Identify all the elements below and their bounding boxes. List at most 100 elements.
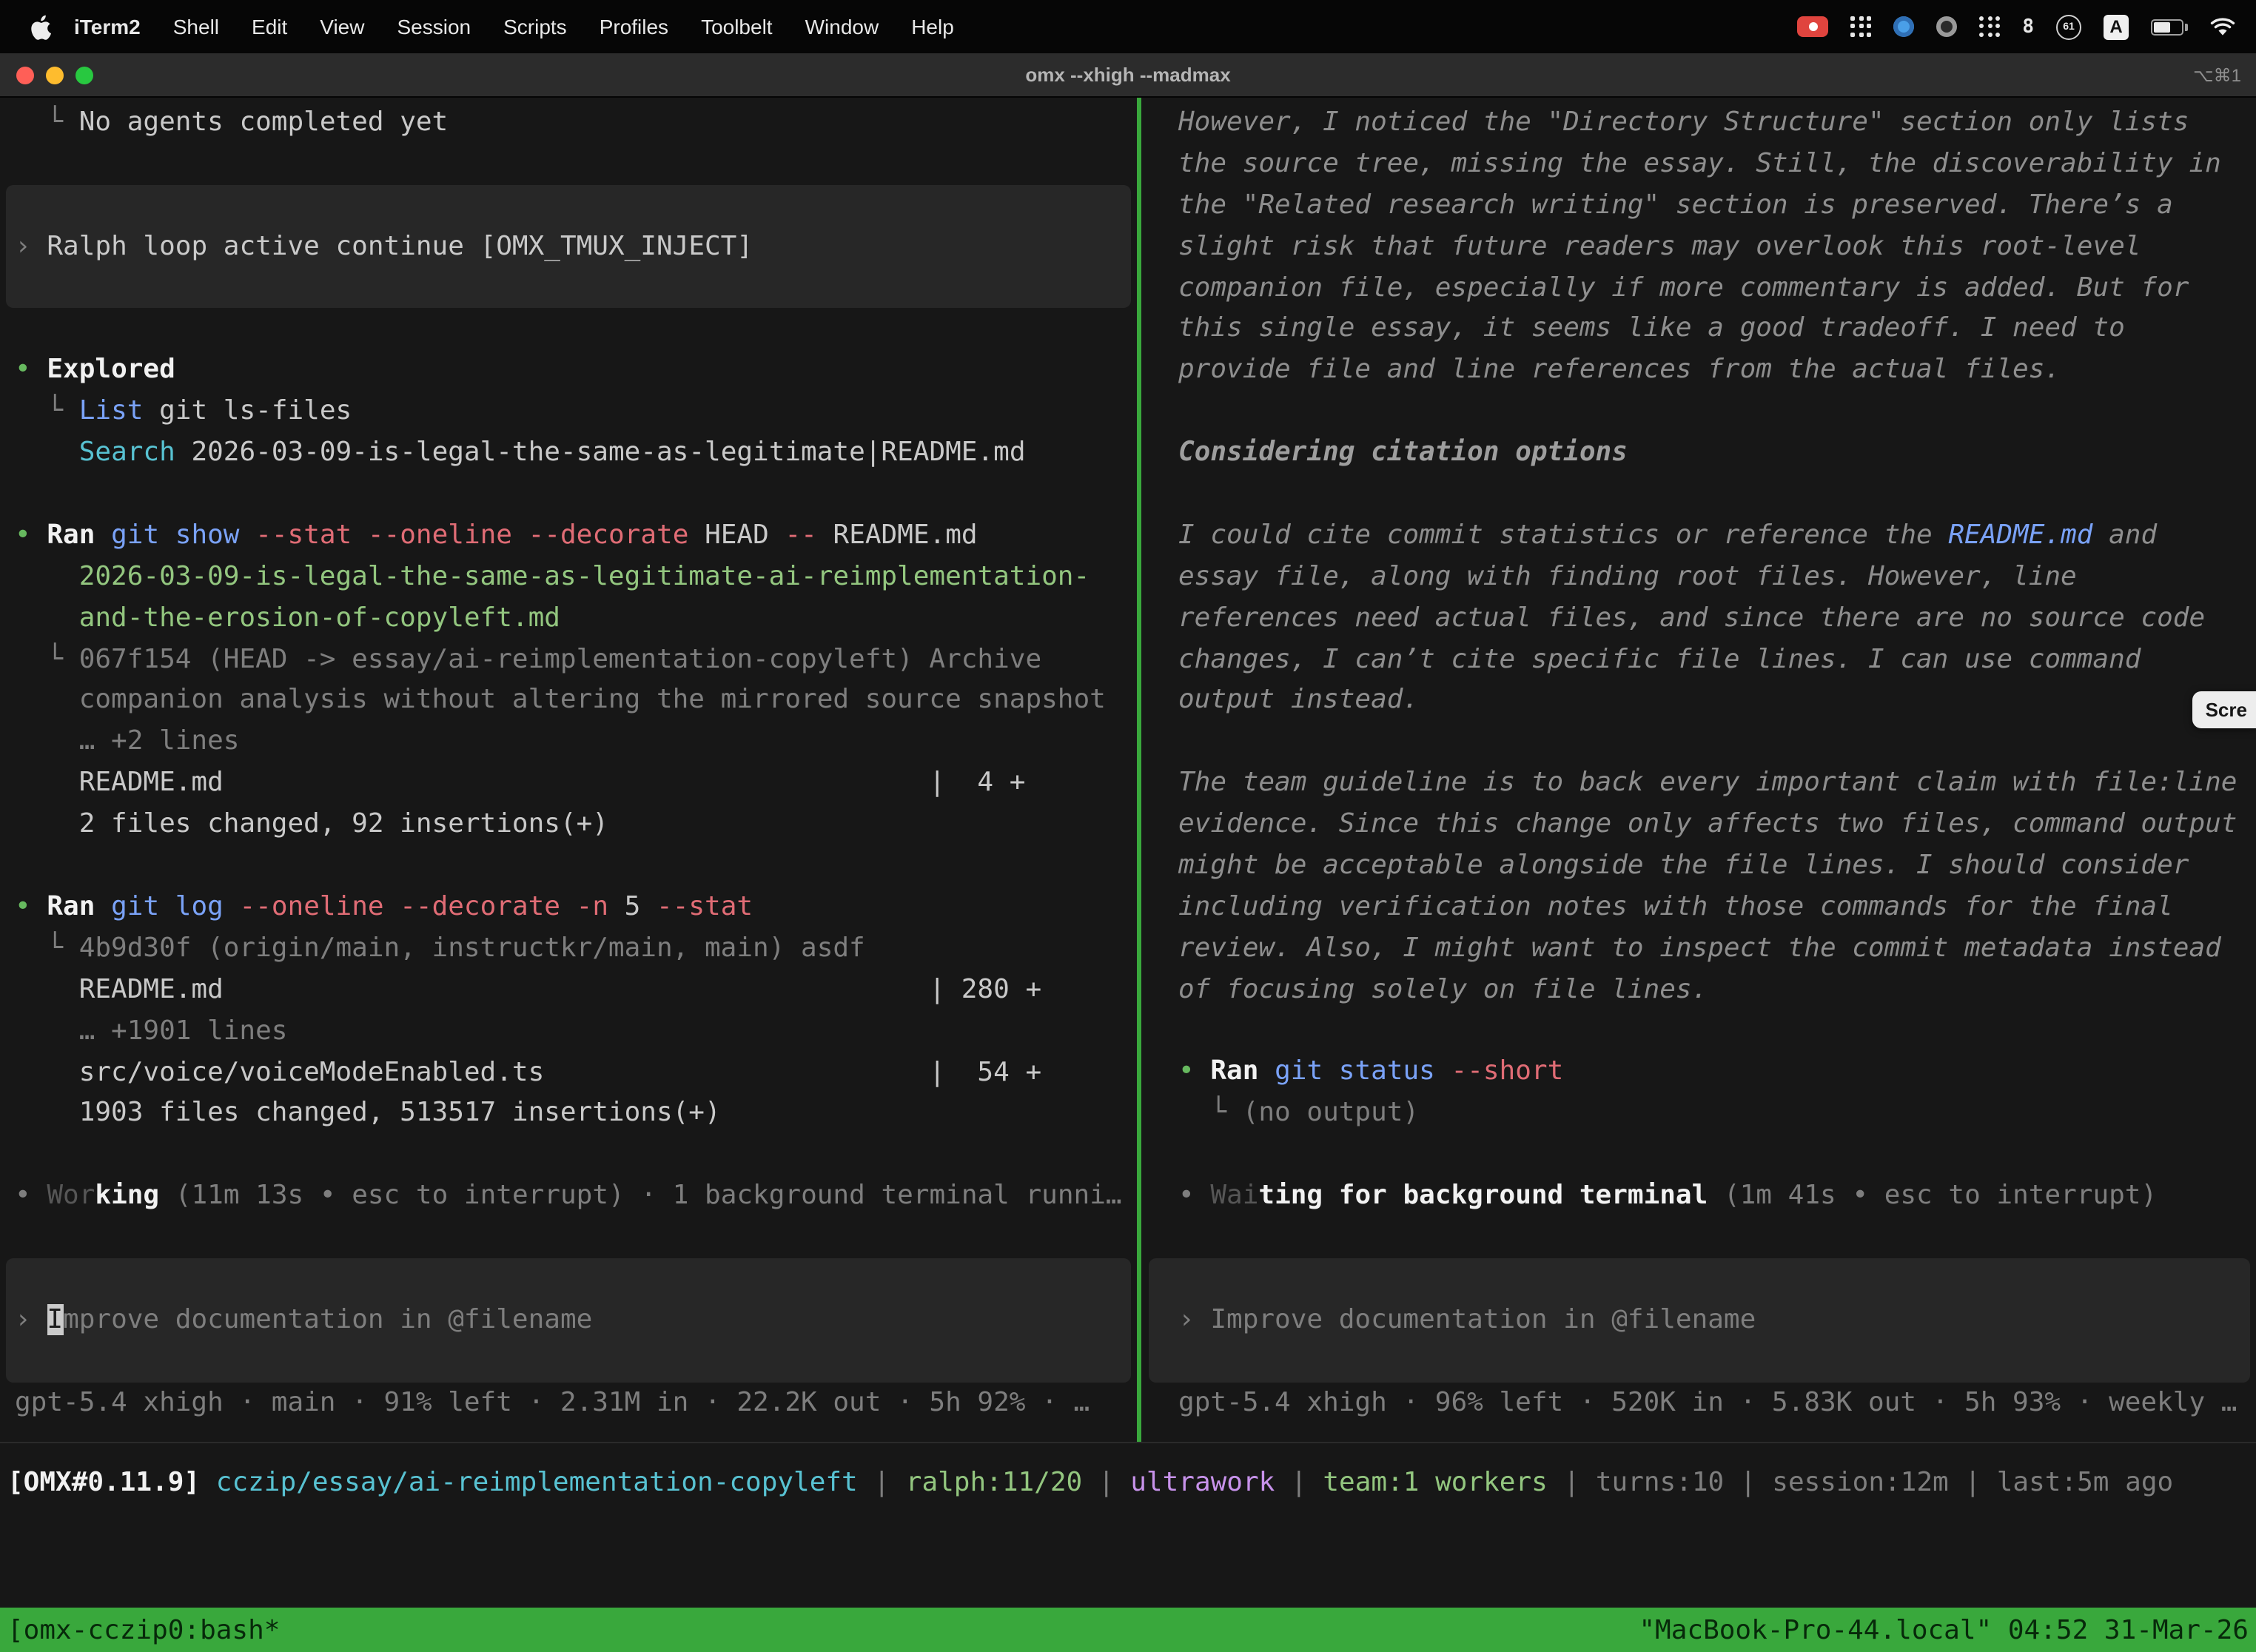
window-title-bar: omx --xhigh --madmax ⌥⌘1 bbox=[0, 53, 2256, 98]
text-segment: … +2 lines bbox=[15, 726, 239, 757]
terminal-line: … +1901 lines bbox=[0, 1010, 1137, 1052]
text-segment: 2 files changed, 92 insertions(+) bbox=[15, 808, 608, 839]
text-segment: The team guideline is to back every impo… bbox=[1178, 768, 2237, 799]
menu-status-icons: 8 61 A bbox=[1797, 14, 2235, 39]
terminal-line: the "Related research writing" section i… bbox=[1143, 185, 2256, 226]
menu-item-scripts[interactable]: Scripts bbox=[487, 0, 583, 53]
text-segment: gpt-5.4 xhigh · main · 91% left · 2.31M … bbox=[15, 1386, 1090, 1417]
terminal-line: └ List git ls-files bbox=[0, 392, 1137, 433]
screen: iTerm2ShellEditViewSessionScriptsProfile… bbox=[0, 0, 2256, 1652]
gray-app-icon[interactable] bbox=[1936, 16, 1957, 37]
text-segment: › bbox=[15, 1305, 47, 1336]
text-segment: -- bbox=[785, 520, 816, 551]
screen-recording-indicator[interactable] bbox=[1797, 16, 1828, 37]
terminal-line: changes, I can’t cite specific file line… bbox=[1143, 639, 2256, 680]
menu-item-session[interactable]: Session bbox=[380, 0, 487, 53]
menu-item-edit[interactable]: Edit bbox=[235, 0, 303, 53]
screen-share-tooltip[interactable]: Scre bbox=[2192, 691, 2256, 728]
text-segment: Considering citation options bbox=[1178, 437, 1628, 468]
left-terminal-pane[interactable]: └ No agents completed yet › Ralph loop ac… bbox=[0, 98, 1137, 1423]
blank-line bbox=[0, 309, 1137, 350]
text-segment: › bbox=[15, 231, 47, 262]
dots-grid-icon[interactable] bbox=[1979, 16, 2000, 37]
text-segment: --oneline --decorate -n bbox=[240, 891, 609, 922]
ralph-loop-banner: › Ralph loop active continue [OMX_TMUX_I… bbox=[6, 185, 1131, 309]
text-segment: ralph:11/20 bbox=[906, 1467, 1082, 1498]
text-segment: --short bbox=[1451, 1056, 1564, 1087]
apple-menu[interactable] bbox=[30, 14, 52, 39]
terminal-line: However, I noticed the "Directory Struct… bbox=[1143, 102, 2256, 144]
text-segment: the "Related research writing" section i… bbox=[1178, 189, 2173, 221]
text-segment: … +1901 lines bbox=[15, 1015, 287, 1046]
menu-item-shell[interactable]: Shell bbox=[157, 0, 235, 53]
blank-line bbox=[1143, 1135, 2256, 1176]
right-terminal-pane[interactable]: However, I noticed the "Directory Struct… bbox=[1143, 98, 2256, 1423]
keypad-icon[interactable]: 8 bbox=[2022, 16, 2034, 38]
text-segment: › Improve documentation in @filename bbox=[1178, 1305, 1756, 1336]
text-segment: README.md | 4 + bbox=[15, 768, 1025, 799]
terminal-line: src/voice/voiceModeEnabled.ts | 54 + bbox=[0, 1052, 1137, 1093]
tmux-host-clock-label: "MacBook-Pro-44.local" 04:52 31-Mar-26 bbox=[1639, 1614, 2249, 1645]
battery-icon[interactable] bbox=[2151, 19, 2188, 35]
text-segment: HEAD bbox=[688, 520, 785, 551]
blank-line bbox=[1143, 1010, 2256, 1052]
menu-item-view[interactable]: View bbox=[303, 0, 380, 53]
menu-item-help[interactable]: Help bbox=[895, 0, 970, 53]
text-segment: 1903 files changed, 513517 insertions(+) bbox=[15, 1098, 721, 1129]
text-segment: companion analysis without altering the … bbox=[15, 685, 1106, 716]
text-segment bbox=[95, 891, 111, 922]
prompt-input[interactable]: › Improve documentation in @filename bbox=[6, 1258, 1131, 1382]
terminal-line: the source tree, missing the essay. Stil… bbox=[1143, 144, 2256, 185]
text-segment: references need actual files, and since … bbox=[1178, 602, 2205, 633]
text-segment: I could cite commit statistics or refere… bbox=[1178, 520, 1948, 551]
blue-app-icon[interactable] bbox=[1893, 16, 1914, 37]
text-segment: | bbox=[1082, 1467, 1130, 1498]
menu-item-toolbelt[interactable]: Toolbelt bbox=[685, 0, 789, 53]
text-segment: provide file and line references from th… bbox=[1178, 355, 2061, 386]
text-segment: mprove documentation in @filename bbox=[63, 1305, 592, 1336]
window-shortcut-badge: ⌥⌘1 bbox=[2193, 64, 2241, 85]
menu-item-profiles[interactable]: Profiles bbox=[583, 0, 685, 53]
text-segment: --stat --oneline --decorate bbox=[255, 520, 688, 551]
text-segment: src/voice/voiceModeEnabled.ts | 54 + bbox=[15, 1056, 1041, 1087]
text-segment: ting for background terminal bbox=[1258, 1180, 1708, 1211]
tmux-session-label: [omx-cczip0:bash* bbox=[7, 1614, 280, 1645]
text-segment: (11m 13s • esc to interrupt) · 1 backgro… bbox=[159, 1180, 1121, 1211]
text-segment: changes, I can’t cite specific file line… bbox=[1178, 643, 2141, 674]
terminal-line: 1903 files changed, 513517 insertions(+) bbox=[0, 1093, 1137, 1135]
text-segment: └ bbox=[15, 396, 79, 427]
blank-line bbox=[0, 1217, 1137, 1258]
text-segment: team:1 workers bbox=[1323, 1467, 1547, 1498]
menu-item-window[interactable]: Window bbox=[789, 0, 896, 53]
text-segment: Ralph loop active continue [OMX_TMUX_INJ… bbox=[47, 231, 753, 262]
terminal-line: └ No agents completed yet bbox=[0, 102, 1137, 144]
text-segment: git show bbox=[111, 520, 239, 551]
terminal-line: including verification notes with those … bbox=[1143, 887, 2256, 928]
terminal-line: companion analysis without altering the … bbox=[0, 680, 1137, 722]
text-segment: README.md | 280 + bbox=[15, 973, 1041, 1004]
text-segment bbox=[15, 437, 79, 468]
blank-line bbox=[1143, 1217, 2256, 1258]
pane-divider[interactable] bbox=[1137, 98, 1141, 1442]
text-segment: However, I noticed the "Directory Struct… bbox=[1178, 107, 2189, 138]
gauge-icon[interactable]: 61 bbox=[2056, 14, 2081, 39]
text-segment: Ran bbox=[47, 891, 95, 922]
pane-status-line: gpt-5.4 xhigh · main · 91% left · 2.31M … bbox=[0, 1382, 1137, 1423]
terminal-line: README.md | 280 + bbox=[0, 969, 1137, 1010]
text-segment: companion file, especially if more comme… bbox=[1178, 272, 2189, 303]
text-segment: and bbox=[2092, 520, 2157, 551]
text-segment: • bbox=[15, 1180, 47, 1211]
wifi-icon[interactable] bbox=[2210, 17, 2235, 36]
text-segment: | bbox=[858, 1467, 906, 1498]
blank-line bbox=[1143, 474, 2256, 515]
terminal-line: └ (no output) bbox=[1143, 1093, 2256, 1135]
bento-grid-icon[interactable] bbox=[1850, 16, 1871, 37]
prompt-input[interactable]: › Improve documentation in @filename bbox=[1149, 1258, 2250, 1382]
text-segment: | bbox=[1949, 1467, 1997, 1498]
input-source-icon[interactable]: A bbox=[2104, 14, 2129, 39]
text-segment: slight risk that future readers may over… bbox=[1178, 230, 2141, 261]
menu-item-iterm2[interactable]: iTerm2 bbox=[58, 0, 157, 53]
text-segment: Ran bbox=[47, 520, 95, 551]
menu-items: iTerm2ShellEditViewSessionScriptsProfile… bbox=[58, 0, 970, 53]
terminal-line: • Explored bbox=[0, 350, 1137, 392]
